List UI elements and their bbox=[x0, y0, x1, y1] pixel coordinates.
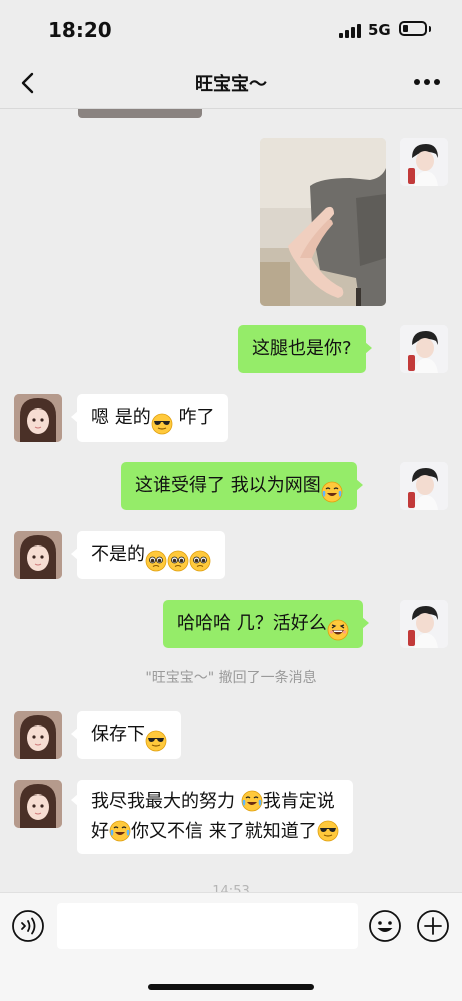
grinning-squint-emoji-icon bbox=[327, 612, 349, 640]
more-dots-icon[interactable] bbox=[414, 79, 442, 87]
voice-icon[interactable] bbox=[11, 909, 45, 943]
contact-avatar[interactable] bbox=[14, 394, 62, 442]
message-line: 我尽我最大的努力 我肯定说 bbox=[91, 787, 339, 817]
message-bubble-mine[interactable]: 这谁受得了 我以为网图 bbox=[121, 462, 363, 510]
message-bubble-contact[interactable]: 不是的 bbox=[71, 531, 225, 579]
sunglasses-emoji-icon bbox=[151, 406, 173, 434]
contact-avatar[interactable] bbox=[14, 711, 62, 759]
pleading-emoji-icon bbox=[145, 543, 167, 571]
message-text: 我尽我最大的努力 bbox=[91, 791, 241, 812]
signal-icon bbox=[339, 23, 361, 38]
message-text: 保存下 bbox=[91, 724, 145, 745]
message-text: 你又不信 来了就知道了 bbox=[131, 821, 317, 842]
my-avatar[interactable] bbox=[400, 325, 448, 373]
contact-avatar[interactable] bbox=[14, 531, 62, 579]
message-bubble-contact[interactable]: 保存下 bbox=[71, 711, 181, 759]
message-text: 这谁受得了 我以为网图 bbox=[135, 475, 321, 496]
message-bubble-mine[interactable]: 这腿也是你? bbox=[238, 325, 372, 373]
recall-notice: "旺宝宝～" 撤回了一条消息 bbox=[145, 670, 317, 686]
status-time: 18:20 bbox=[48, 18, 112, 42]
message-line: 好 你又不信 来了就知道了 bbox=[91, 817, 339, 847]
message-text: 咋了 bbox=[172, 407, 215, 428]
message-text: 好 bbox=[91, 821, 109, 842]
pleading-emoji-icon bbox=[189, 543, 211, 571]
message-bubble-contact[interactable]: 嗯 是的 咋了 bbox=[70, 394, 229, 442]
image-message[interactable] bbox=[260, 138, 386, 306]
message-text: 这腿也是你? bbox=[252, 338, 352, 359]
message-text: 我肯定说 bbox=[262, 791, 335, 812]
sunglasses-emoji-icon bbox=[317, 820, 339, 842]
plus-circle-icon[interactable] bbox=[416, 909, 450, 943]
my-avatar[interactable] bbox=[400, 600, 448, 648]
tears-of-joy-emoji-icon bbox=[321, 474, 343, 502]
smiley-icon[interactable] bbox=[368, 909, 402, 943]
message-text: 嗯 是的 bbox=[91, 407, 151, 428]
tears-of-joy-emoji-icon bbox=[109, 820, 131, 842]
message-text: 哈哈哈 几？活好么 bbox=[177, 613, 327, 634]
contact-avatar[interactable] bbox=[14, 780, 62, 828]
message-bubble-mine[interactable]: 哈哈哈 几？活好么 bbox=[163, 600, 369, 648]
pleading-emoji-icon bbox=[167, 543, 189, 571]
network-type: 5G bbox=[368, 21, 391, 39]
message-bubble-contact[interactable]: 我尽我最大的努力 我肯定说 好 你又不信 来了就知道了 bbox=[71, 780, 353, 854]
battery-tip bbox=[429, 26, 431, 32]
battery-icon bbox=[399, 21, 427, 36]
chat-header: 旺宝宝～ bbox=[0, 58, 462, 109]
chat-title: 旺宝宝～ bbox=[195, 74, 267, 95]
tears-of-joy-emoji-icon bbox=[241, 790, 263, 812]
sunglasses-emoji-icon bbox=[145, 723, 167, 751]
my-avatar[interactable] bbox=[400, 462, 448, 510]
message-text: 不是的 bbox=[91, 544, 145, 565]
message-input[interactable] bbox=[57, 903, 358, 949]
home-indicator bbox=[148, 984, 314, 990]
status-bar: 18:20 5G bbox=[0, 0, 462, 58]
my-avatar[interactable] bbox=[400, 138, 448, 186]
battery-level bbox=[403, 25, 408, 32]
